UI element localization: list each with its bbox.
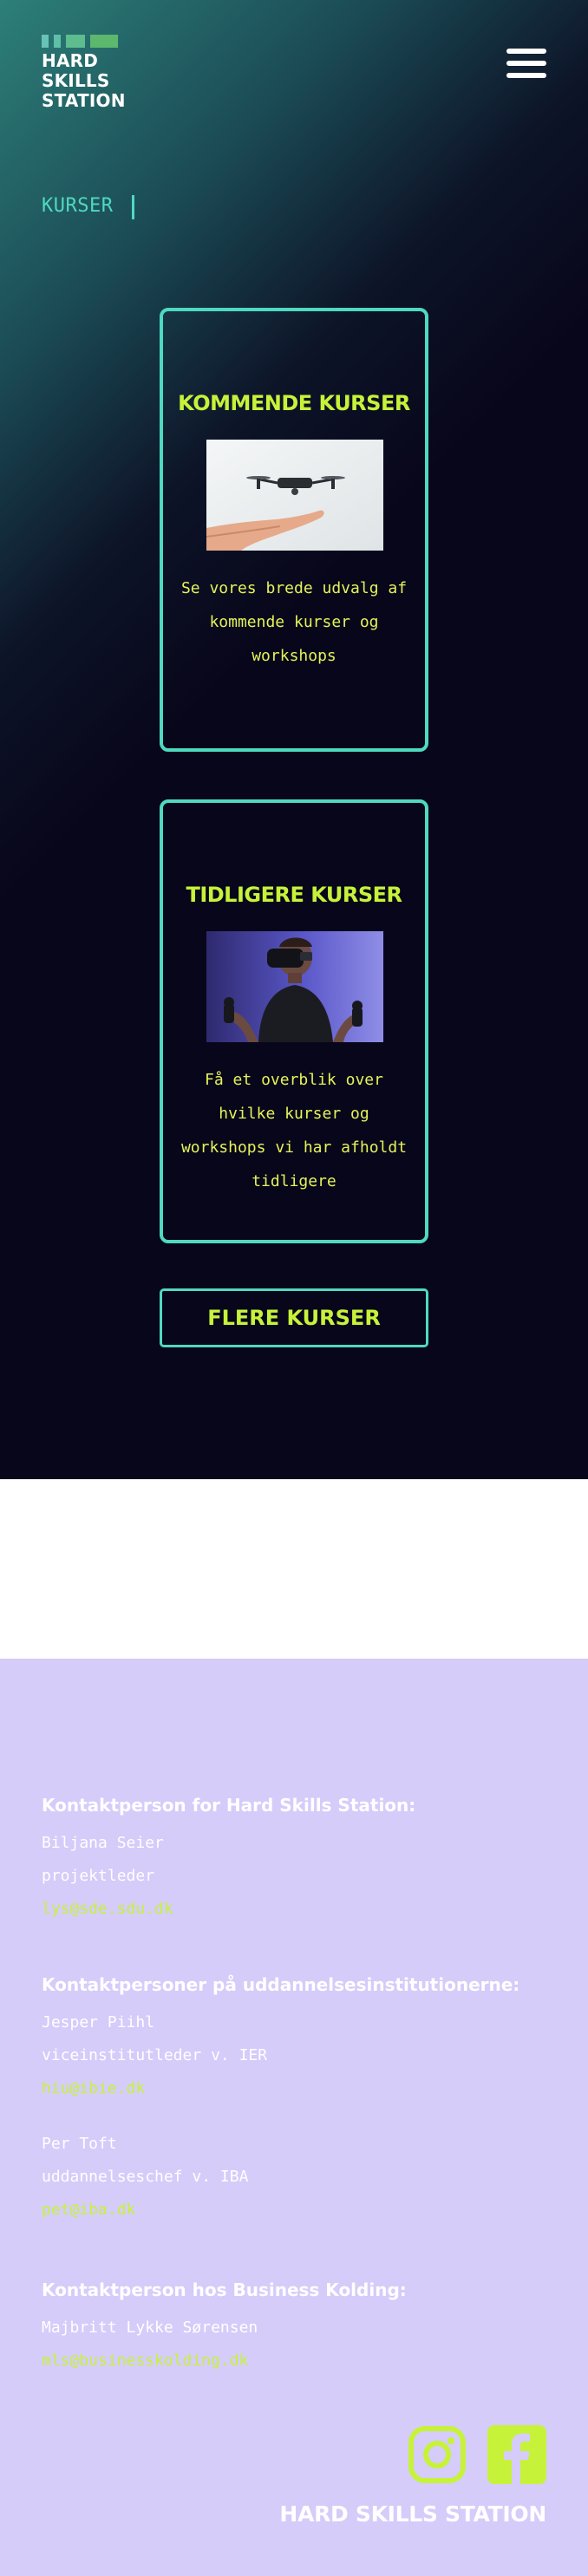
logo-line-3: STATION [42,90,126,111]
card-title: KOMMENDE KURSER [178,391,410,415]
logo-bars [42,35,133,48]
card-description: Få et overblik over hvilke kurser og wor… [180,1071,408,1190]
facebook-icon[interactable] [487,2425,546,2484]
contact-person-email-link[interactable]: hiu@ibie.dk [42,2072,553,2105]
contact-hss-email-link[interactable]: lys@sde.sdu.dk [42,1893,553,1926]
contact-business-heading: Kontaktperson hos Business Kolding: [42,2279,407,2300]
contact-business-email-link[interactable]: mls@businesskolding.dk [42,2344,553,2377]
page-title: KURSER [42,195,114,217]
spacer [0,1479,588,1659]
contact-person-email-link[interactable]: pet@iba.dk [42,2194,553,2227]
contact-institutions-block: Kontaktpersoner på uddannelsesinstitutio… [42,1974,553,2227]
card-previous-courses[interactable]: TIDLIGERE KURSER Få et overblik over hvi… [160,799,428,1243]
logo-line-2: SKILLS [42,70,110,91]
footer: Kontaktperson for Hard Skills Station: B… [0,1659,588,2576]
card-description: Se vores brede udvalg af kommende kurser… [180,579,408,665]
contact-business-block: Kontaktperson hos Business Kolding: Majb… [42,2279,553,2377]
hero-section: HARD SKILLS STATION KURSER KOMMENDE KURS… [0,0,588,1479]
man-wearing-vr-headset-image [206,931,383,1042]
hamburger-menu-icon[interactable] [506,49,546,82]
contact-business-name: Majbritt Lykke Sørensen [42,2318,258,2337]
logo-line-1: HARD [42,50,99,71]
contact-person-role: viceinstitutleder v. IER [42,2046,268,2064]
contact-person-name: Per Toft [42,2135,117,2153]
drone-hovering-over-hand-image [206,440,383,551]
contact-institutions-heading: Kontaktpersoner på uddannelsesinstitutio… [42,1974,520,1995]
title-cursor-bar [132,195,134,219]
card-title: TIDLIGERE KURSER [186,883,402,907]
instagram-icon[interactable] [408,2425,467,2484]
contact-hss-block: Kontaktperson for Hard Skills Station: B… [42,1795,553,1926]
contact-hss-name: Biljana Seier [42,1834,164,1852]
more-courses-button[interactable]: FLERE KURSER [160,1288,428,1347]
card-upcoming-courses[interactable]: KOMMENDE KURSER Se vores brede udvalg af… [160,308,428,752]
contact-person-name: Jesper Piihl [42,2013,155,2031]
social-links [408,2425,546,2484]
contact-person-role: uddannelseschef v. IBA [42,2168,249,2186]
site-logo[interactable]: HARD SKILLS STATION [42,35,133,111]
contact-hss-role: projektleder [42,1867,155,1885]
contact-hss-heading: Kontaktperson for Hard Skills Station: [42,1795,416,1816]
footer-brand: HARD SKILLS STATION [279,2501,546,2527]
